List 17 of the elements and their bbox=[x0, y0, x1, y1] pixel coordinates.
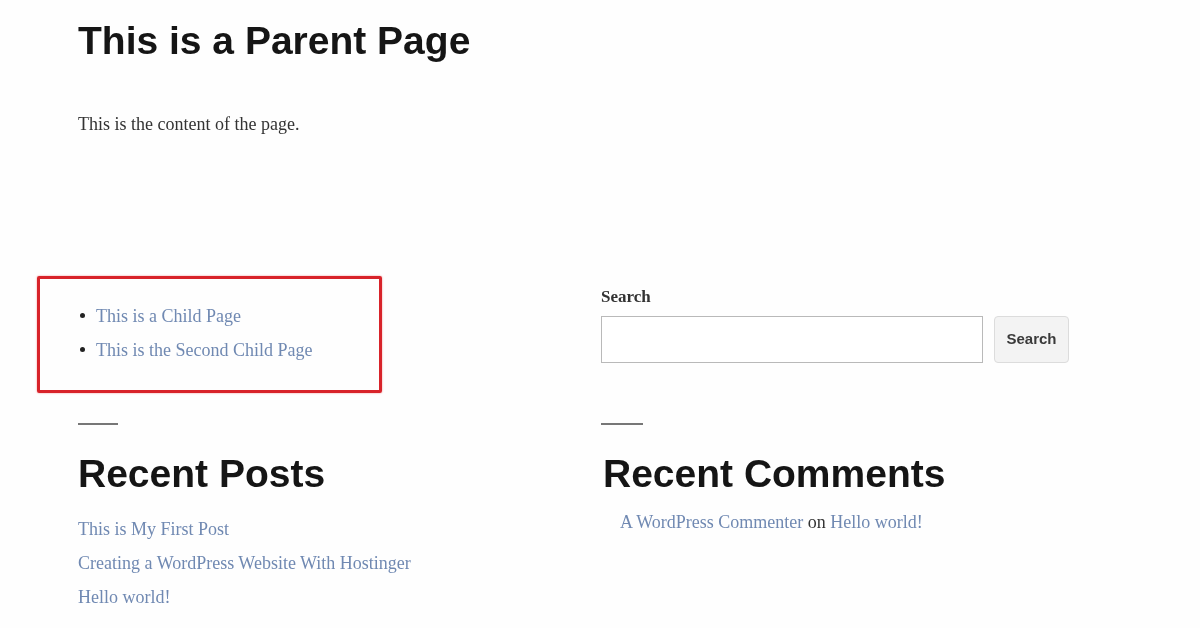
search-field[interactable] bbox=[601, 315, 983, 363]
comment-post-link[interactable]: Hello world! bbox=[830, 511, 923, 532]
post-link[interactable]: Hello world! bbox=[78, 586, 171, 607]
comment-author-link[interactable]: A WordPress Commenter bbox=[620, 511, 804, 532]
child-page-link[interactable]: This is the Second Child Page bbox=[96, 332, 313, 367]
bullet-icon bbox=[80, 347, 85, 353]
recent-posts-heading: Recent Posts bbox=[78, 450, 326, 497]
page-content: This is the content of the page. bbox=[78, 112, 300, 136]
child-page-link[interactable]: This is a Child Page bbox=[96, 298, 241, 333]
page-title: This is a Parent Page bbox=[78, 18, 471, 64]
search-button[interactable]: Search bbox=[994, 315, 1069, 363]
post-link[interactable]: Creating a WordPress Website With Hostinger bbox=[78, 552, 411, 573]
post-link[interactable]: This is My First Post bbox=[78, 518, 230, 539]
search-label: Search bbox=[601, 285, 651, 308]
recent-comment: A WordPress Commenter on Hello world! bbox=[620, 510, 923, 534]
recent-comments-heading: Recent Comments bbox=[603, 450, 946, 497]
bullet-icon bbox=[80, 313, 85, 319]
